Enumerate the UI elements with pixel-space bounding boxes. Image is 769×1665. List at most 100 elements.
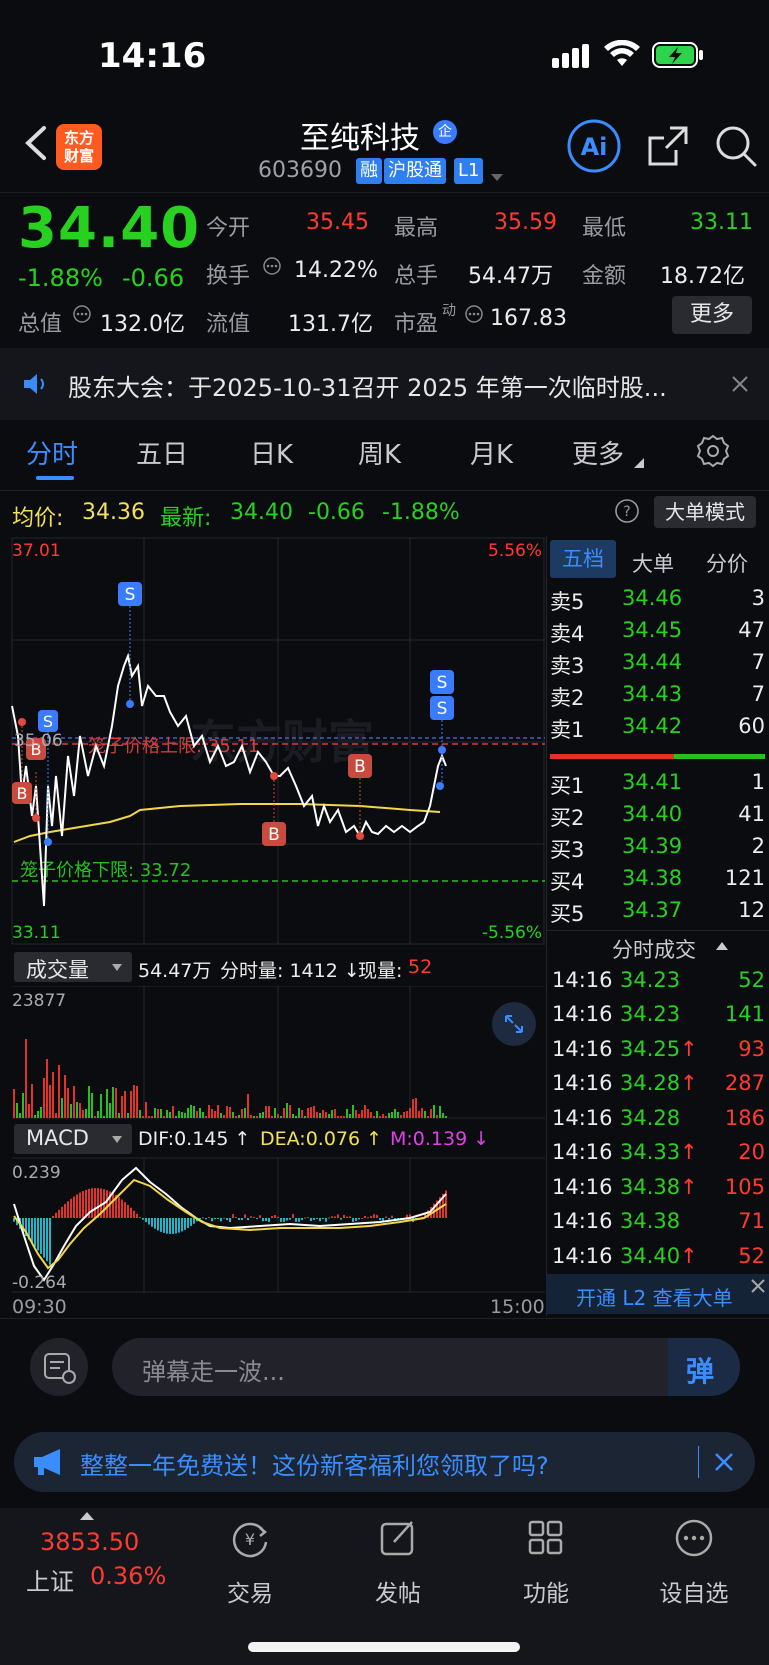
orderbook-tab-price[interactable]: 分价 [706,548,748,578]
bid-row[interactable]: 买2 34.40 41 [550,802,765,832]
tab-daily-k[interactable]: 日K [250,434,293,471]
macd-bar [97,1188,99,1218]
volume-bar [382,1114,384,1118]
svg-text:S: S [437,699,448,719]
grid-icon[interactable] [526,1518,566,1558]
close-icon[interactable] [730,374,750,394]
volume-bar [199,1108,201,1118]
latest-change: -0.66 [308,500,365,525]
big-order-mode-button[interactable]: 大单模式 [654,496,756,528]
volume-bar [379,1116,381,1118]
bid-row[interactable]: 买3 34.39 2 [550,834,765,864]
post-icon[interactable] [378,1518,418,1558]
back-button[interactable] [16,120,56,166]
sell-marker[interactable]: SS [430,670,454,790]
volume-bar [352,1105,354,1118]
price-top-label: 37.01 [12,541,61,561]
close-icon[interactable] [714,1452,734,1472]
bid-row[interactable]: 买5 34.37 12 [550,898,765,928]
volume-bar [412,1099,414,1118]
index-value[interactable]: 3853.50 [40,1528,139,1556]
macd-bar [334,1216,336,1218]
macd-bar [325,1218,327,1222]
info-icon[interactable] [262,256,282,276]
latest-pct: -1.88% [382,500,460,525]
open-label: 今开 [206,216,251,241]
barrage-input[interactable]: 弹幕走一波... 弹 [112,1338,740,1396]
l2-promo-banner[interactable]: 开通 L2 查看大单 [546,1274,769,1314]
orderbook-tab-big[interactable]: 大单 [632,548,674,578]
volume-bar [151,1116,153,1118]
ai-button[interactable]: Ai [566,118,622,174]
tab-intraday[interactable]: 分时 [26,434,78,471]
ask-row[interactable]: 卖5 34.46 3 [550,586,765,616]
ticks-title[interactable]: 分时成交 [612,934,696,964]
macd-bar [133,1210,135,1218]
search-button[interactable] [714,124,758,168]
macd-bar [190,1218,192,1226]
volume-bar [253,1116,255,1118]
nav-trade[interactable]: 交易 [210,1574,290,1608]
settings-button[interactable] [696,434,730,468]
nav-functions[interactable]: 功能 [506,1574,586,1608]
app-logo: 东方 财富 [56,124,102,170]
volume-bar [163,1116,165,1118]
question-icon: ? [615,499,639,523]
tag-connect: 沪股通 [384,158,446,184]
info-icon[interactable] [72,304,92,324]
pct-top-label: 5.56% [488,541,542,561]
volume-bar [229,1107,231,1118]
ask-row[interactable]: 卖3 34.44 7 [550,650,765,680]
notice-bar[interactable]: 股东大会：于2025-10-31召开 2025 年第一次临时股... [0,348,769,420]
tab-weekly-k[interactable]: 周K [358,434,401,471]
bid-row[interactable]: 买4 34.38 121 [550,866,765,896]
barrage-settings-icon [44,1353,76,1384]
macd-bar [79,1192,81,1218]
tab-more[interactable]: 更多 [572,434,624,471]
indicator-selector[interactable]: MACD [14,1124,132,1154]
send-barrage-button[interactable]: 弹 [668,1338,740,1396]
index-name[interactable]: 上证 [26,1562,74,1597]
volume-bar [76,1102,78,1118]
tab-five-day[interactable]: 五日 [136,434,188,471]
volume-bar [64,1075,66,1118]
nav-post[interactable]: 发帖 [358,1574,438,1608]
bid-row[interactable]: 买1 34.41 1 [550,770,765,800]
help-button[interactable]: ? [614,498,640,524]
intraday-price-chart[interactable]: 东方财富 笼子价格上限: 35.11 笼子价格下限: 33.72 B B S S… [0,536,545,946]
volume-bar [97,1111,99,1118]
dropdown-arrow-icon[interactable] [490,168,504,181]
svg-text:¥: ¥ [245,1530,255,1549]
avg-value: 34.36 [82,500,145,525]
macd-bar [37,1218,39,1251]
volume-bar [370,1112,372,1118]
close-icon[interactable] [750,1278,766,1294]
macd-bar [94,1188,96,1218]
expand-button[interactable] [492,1002,536,1046]
promo-banner[interactable]: 整整一年免费送！这份新客福利您领取了吗? [14,1432,755,1492]
index-pct[interactable]: 0.36% [90,1562,166,1590]
macd-bar [58,1209,60,1218]
info-icon[interactable] [464,304,484,324]
orderbook-tab-five[interactable]: 五档 [550,540,616,578]
barrage-settings-button[interactable] [30,1338,88,1396]
nav-watchlist[interactable]: 设自选 [654,1574,734,1608]
trade-icon[interactable]: ¥ [230,1518,270,1558]
ask-row[interactable]: 卖2 34.43 7 [550,682,765,712]
ask-row[interactable]: 卖1 34.42 60 [550,714,765,744]
buy-marker[interactable]: B [262,772,286,846]
tab-monthly-k[interactable]: 月K [470,434,513,471]
sell-marker[interactable]: S [118,582,142,708]
volume-bar [19,1113,21,1118]
more-dots-icon[interactable] [674,1518,714,1558]
ask-row[interactable]: 卖4 34.45 47 [550,618,765,648]
upper-limit-label: 笼子价格上限: 35.11 [88,736,259,757]
more-button[interactable]: 更多 [672,296,752,334]
signal-icon [552,44,594,68]
tag-level: L1 [454,158,484,184]
macd-bar [154,1218,156,1229]
volume-bar [145,1102,147,1118]
volume-selector[interactable]: 成交量 [14,952,132,982]
share-button[interactable] [646,124,690,168]
volume-bar [436,1115,438,1118]
